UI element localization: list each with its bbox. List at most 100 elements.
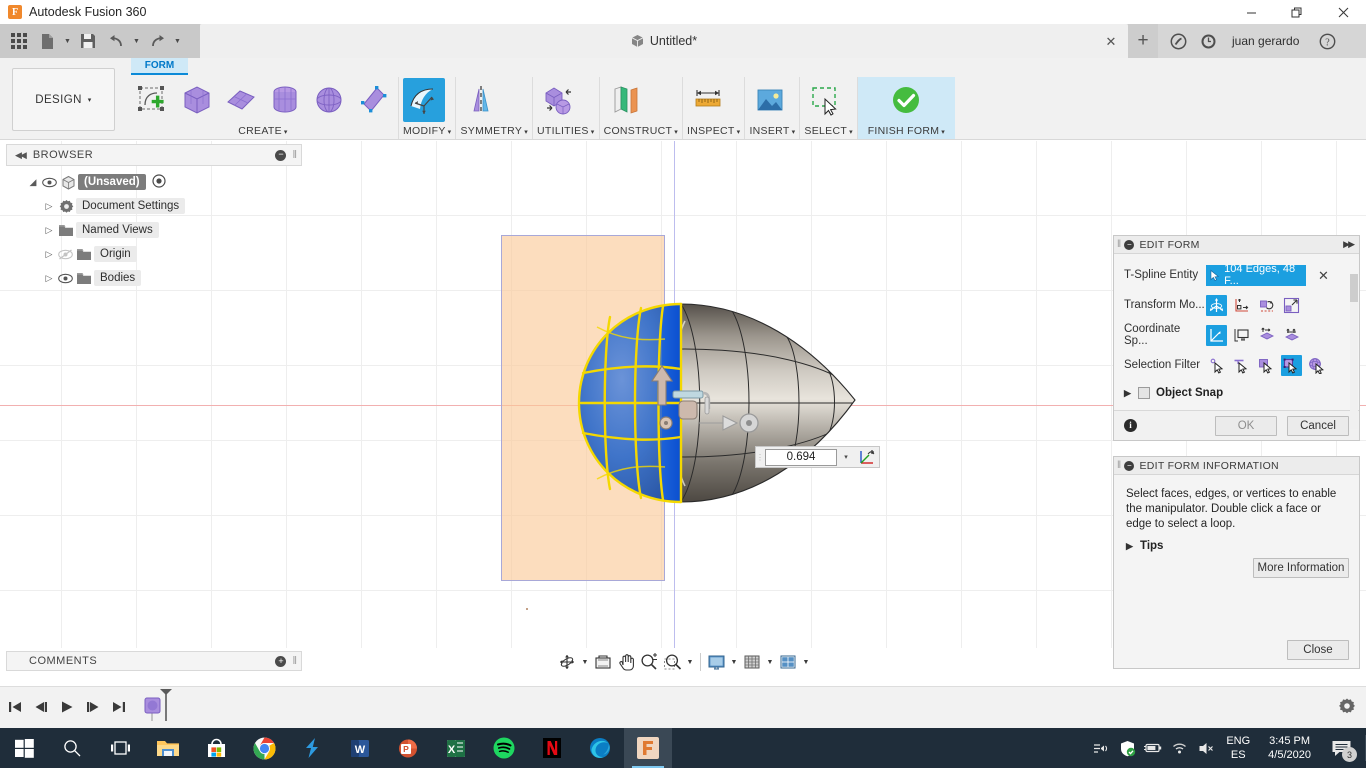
orbit-icon[interactable] (556, 651, 578, 673)
panel-insert-label[interactable]: INSERT▾ (749, 123, 795, 139)
notification-center-button[interactable]: 3 (1321, 728, 1361, 768)
edge-button[interactable] (576, 728, 624, 768)
edit-form-dialog-header[interactable]: ‖ − EDIT FORM ▶▶ (1114, 236, 1359, 254)
filter-body-icon[interactable] (1281, 355, 1302, 376)
tree-item-unsaved[interactable]: ◢ (Unsaved) (6, 170, 302, 194)
extensions-icon[interactable] (1164, 27, 1192, 55)
cancel-button[interactable]: Cancel (1287, 416, 1349, 436)
transform-rotate-icon[interactable] (1256, 295, 1277, 316)
maximize-button[interactable] (1274, 0, 1320, 24)
coordinate-local-space-icon[interactable] (1281, 325, 1302, 346)
new-tab-button[interactable]: + (1128, 24, 1158, 58)
more-information-button[interactable]: More Information (1253, 558, 1349, 578)
fusion360-button[interactable] (624, 728, 672, 768)
excel-button[interactable]: X (432, 728, 480, 768)
wifi-icon[interactable] (1166, 728, 1192, 768)
tree-expand-icon[interactable]: ▷ (42, 201, 56, 212)
clock[interactable]: 3:45 PM 4/5/2020 (1258, 734, 1321, 762)
transform-scale-icon[interactable] (1281, 295, 1302, 316)
grid-snap-icon[interactable] (741, 651, 763, 673)
info-icon[interactable]: i (1124, 419, 1137, 432)
orbit-caret-icon[interactable]: ▼ (579, 651, 591, 673)
timeline-settings-icon[interactable] (1338, 697, 1356, 718)
tree-expand-icon[interactable]: ▷ (42, 273, 56, 284)
tips-expand-icon[interactable]: ▶ (1126, 541, 1140, 552)
cylinder-button[interactable] (264, 78, 306, 122)
timeline-step-back-icon[interactable] (30, 695, 52, 719)
display-settings-icon[interactable] (705, 651, 727, 673)
search-button[interactable] (48, 728, 96, 768)
undo-icon[interactable] (103, 28, 129, 54)
google-chrome-button[interactable] (240, 728, 288, 768)
plane-button[interactable] (220, 78, 262, 122)
look-at-icon[interactable] (592, 651, 614, 673)
manipulator-value-box[interactable]: ⋮ 0.694 ▾ (755, 446, 880, 468)
visibility-eye-icon[interactable] (40, 177, 58, 188)
app-grid-icon[interactable] (6, 28, 32, 54)
visibility-eye-off-icon[interactable] (56, 249, 74, 260)
dialog-grip-icon[interactable]: ‖ (1117, 460, 1121, 471)
document-tab[interactable]: Untitled* ✕ (200, 24, 1128, 58)
tspline-entity-clear-icon[interactable]: ✕ (1318, 269, 1329, 282)
object-snap-row[interactable]: ▶ Object Snap (1124, 380, 1355, 406)
panel-modify-label[interactable]: MODIFY▾ (403, 123, 451, 139)
panel-create-label[interactable]: CREATE▾ (132, 123, 394, 139)
grid-snap-caret-icon[interactable]: ▼ (764, 651, 776, 673)
insert-mcmaster-button[interactable] (749, 78, 791, 122)
edit-form-minimize-icon[interactable]: − (1124, 240, 1134, 250)
security-shield-icon[interactable] (1114, 728, 1140, 768)
minimize-button[interactable] (1228, 0, 1274, 24)
pan-icon[interactable] (615, 651, 637, 673)
microsoft-store-button[interactable] (192, 728, 240, 768)
viewports-icon[interactable] (777, 651, 799, 673)
distance-input[interactable]: 0.694 (765, 449, 837, 466)
edit-form-expand-icon[interactable]: ▶▶ (1343, 239, 1353, 250)
panel-finish-form-label[interactable]: FINISH FORM▾ (862, 123, 951, 139)
tips-row[interactable]: ▶ Tips (1114, 532, 1359, 552)
panel-select-label[interactable]: SELECT▾ (804, 123, 852, 139)
quadball-button[interactable] (352, 78, 394, 122)
display-settings-caret-icon[interactable]: ▼ (728, 651, 740, 673)
tray-expand-icon[interactable] (1088, 728, 1114, 768)
mirror-internal-button[interactable] (460, 78, 502, 122)
edit-form-scrollbar[interactable] (1350, 274, 1358, 429)
tree-expand-icon[interactable]: ▷ (42, 249, 56, 260)
dialog-grip-icon[interactable]: ‖ (1117, 239, 1121, 250)
panel-construct-label[interactable]: CONSTRUCT▾ (604, 123, 678, 139)
browser-collapse-icon[interactable]: ◀◀ (15, 150, 25, 161)
save-icon[interactable] (75, 28, 101, 54)
coordinate-axis-icon[interactable] (855, 448, 879, 466)
filter-all-icon[interactable] (1306, 355, 1327, 376)
filter-face-icon[interactable] (1256, 355, 1277, 376)
panel-inspect-label[interactable]: INSPECT▾ (687, 123, 740, 139)
timeline-go-end-icon[interactable] (108, 695, 130, 719)
timeline-play-icon[interactable] (56, 695, 78, 719)
object-snap-checkbox[interactable] (1138, 387, 1150, 399)
task-view-button[interactable] (96, 728, 144, 768)
edit-form-button[interactable] (403, 78, 445, 122)
new-file-caret-icon[interactable]: ▼ (62, 28, 73, 54)
coordinate-normal-space-icon[interactable] (1256, 325, 1277, 346)
sphere-button[interactable] (308, 78, 350, 122)
select-window-button[interactable] (804, 78, 846, 122)
timeline-go-start-icon[interactable] (4, 695, 26, 719)
transform-translate-icon[interactable] (1231, 295, 1252, 316)
ok-button[interactable]: OK (1215, 416, 1277, 436)
add-comment-icon[interactable]: + (275, 656, 286, 667)
browser-minimize-icon[interactable]: − (275, 150, 286, 161)
tab-form[interactable]: FORM (131, 58, 188, 75)
powerpoint-button[interactable]: P (384, 728, 432, 768)
tree-item-origin[interactable]: ▷ Origin (6, 242, 302, 266)
finish-form-button[interactable] (885, 78, 927, 122)
document-tab-close-icon[interactable]: ✕ (1104, 34, 1118, 48)
battery-icon[interactable] (1140, 728, 1166, 768)
close-dialog-button[interactable]: Close (1287, 640, 1349, 660)
netflix-button[interactable] (528, 728, 576, 768)
close-button[interactable] (1320, 0, 1366, 24)
tree-item-document-settings[interactable]: ▷ Document Settings (6, 194, 302, 218)
zoom-window-icon[interactable] (661, 651, 683, 673)
viewports-caret-icon[interactable]: ▼ (800, 651, 812, 673)
redo-caret-icon[interactable]: ▼ (172, 28, 183, 54)
comments-grip-icon[interactable]: ‖ (292, 655, 297, 667)
box-button[interactable] (176, 78, 218, 122)
